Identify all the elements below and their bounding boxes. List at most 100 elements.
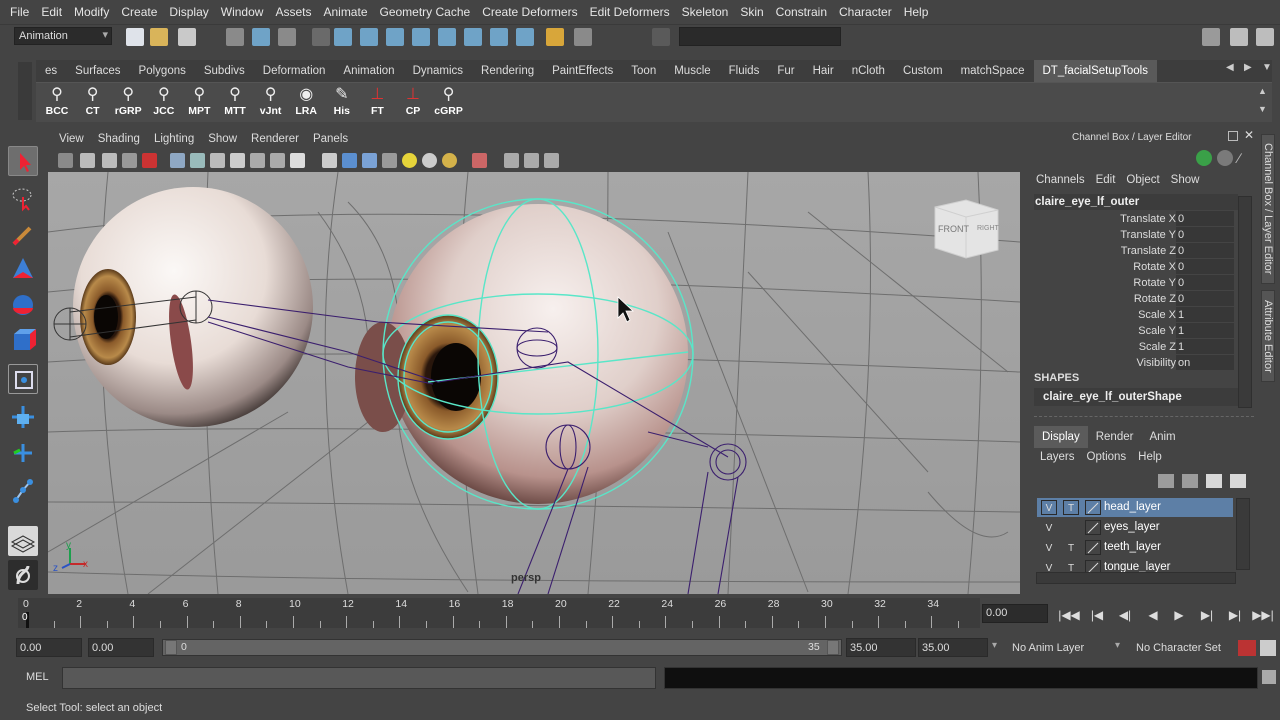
play-backwards-icon[interactable]: ◀	[1142, 605, 1164, 625]
menu-edit[interactable]: Edit	[35, 0, 68, 24]
range-slider[interactable]: 0 35	[162, 639, 842, 656]
step-forward-key-icon[interactable]: ▶|	[1224, 605, 1246, 625]
character-set-selector[interactable]: No Character Set	[1132, 638, 1236, 657]
shelf-button-ct[interactable]: ⚲ CT	[76, 85, 110, 121]
shelf-tab-dynamics[interactable]: Dynamics	[404, 60, 472, 82]
menu-set-dropdown[interactable]: Animation ▾	[14, 27, 112, 45]
layer-color-swatch[interactable]	[1085, 500, 1101, 515]
shape-node-name[interactable]: claire_eye_lf_outerShape	[1034, 388, 1238, 406]
xray-components-icon[interactable]	[544, 153, 559, 168]
layer-tab-render[interactable]: Render	[1088, 426, 1142, 448]
shelf-tab-surfaces[interactable]: Surfaces	[66, 60, 129, 82]
menu-modify[interactable]: Modify	[68, 0, 115, 24]
bookmark-icon[interactable]	[102, 153, 117, 168]
float-panel-icon[interactable]	[1228, 131, 1238, 141]
shelf-button-rgrp[interactable]: ⚲ rGRP	[111, 85, 145, 121]
layer-menu-help[interactable]: Help	[1132, 448, 1168, 466]
select-component-icon[interactable]	[278, 28, 296, 46]
shelf-tab-deformation[interactable]: Deformation	[254, 60, 335, 82]
select-lock-icon[interactable]	[574, 28, 592, 46]
layer-visibility-toggle[interactable]: V	[1041, 520, 1057, 535]
input-line-mode-icon[interactable]	[652, 28, 670, 46]
two-d-pan-zoom-icon[interactable]	[142, 153, 157, 168]
menu-skin[interactable]: Skin	[734, 0, 769, 24]
safe-title-icon[interactable]	[290, 153, 305, 168]
lock-icon[interactable]	[546, 28, 564, 46]
shelf-tab-animation[interactable]: Animation	[334, 60, 403, 82]
move-tool-icon[interactable]	[8, 254, 38, 284]
shelf-scroll-right-icon[interactable]: ▶	[1244, 62, 1256, 78]
menu-create-deformers[interactable]: Create Deformers	[476, 0, 583, 24]
layer-row-head-layer[interactable]: V Thead_layer	[1037, 498, 1233, 517]
universal-manipulator-icon[interactable]	[8, 364, 38, 394]
snap-plane-icon[interactable]	[412, 28, 430, 46]
channel-value-field[interactable]: 1	[1176, 307, 1234, 322]
scale-tool-icon[interactable]	[8, 326, 38, 356]
layer-editor-toggle-icon[interactable]	[1230, 28, 1248, 46]
channel-row-translate-y[interactable]: Translate Y0	[1034, 227, 1238, 243]
select-hierarchy-icon[interactable]	[226, 28, 244, 46]
go-to-end-icon[interactable]: ▶▶|	[1252, 605, 1274, 625]
shelf-tab-fur[interactable]: Fur	[768, 60, 803, 82]
shelf-up-icon[interactable]: ▲	[1258, 86, 1270, 98]
play-forwards-icon[interactable]: ▶	[1168, 605, 1190, 625]
time-slider[interactable]: 0 2 4 6 8 10 12 14 16 18 20 22 24 26 28 30 32 34	[18, 598, 980, 628]
soft-mod-tool-icon[interactable]	[8, 402, 38, 432]
panel-menu-panels[interactable]: Panels	[306, 133, 355, 145]
step-back-frame-icon[interactable]: ◀|	[1114, 605, 1136, 625]
quick-input-field[interactable]	[679, 27, 841, 46]
filter-icon[interactable]	[312, 28, 330, 46]
channel-menu-channels[interactable]: Channels	[1036, 174, 1092, 186]
shelf-down-icon[interactable]: ▼	[1258, 104, 1270, 116]
menu-constrain[interactable]: Constrain	[770, 0, 833, 24]
shelf-menu-icon[interactable]: ▼	[1262, 62, 1274, 78]
channel-box-pin-icon[interactable]	[1196, 150, 1212, 166]
snap-point-icon[interactable]	[386, 28, 404, 46]
use-all-lights-icon[interactable]	[402, 153, 417, 168]
shelf-button-bcc[interactable]: ⚲ BCC	[40, 85, 74, 121]
menu-assets[interactable]: Assets	[269, 0, 317, 24]
channel-value-field[interactable]: 0	[1176, 291, 1234, 306]
channel-row-rotate-y[interactable]: Rotate Y0	[1034, 275, 1238, 291]
shelf-button-his[interactable]: ✎ His	[325, 85, 359, 121]
script-editor-icon[interactable]	[1262, 670, 1276, 684]
layer-menu-layers[interactable]: Layers	[1034, 448, 1081, 466]
channel-value-field[interactable]: 0	[1176, 243, 1234, 258]
panel-menu-view[interactable]: View	[52, 133, 91, 145]
xray-joints-icon[interactable]	[524, 153, 539, 168]
panel-menu-show[interactable]: Show	[201, 133, 244, 145]
shelf-tab-painteffects[interactable]: PaintEffects	[543, 60, 622, 82]
ipr-render-icon[interactable]	[490, 28, 508, 46]
shelf-tab-toon[interactable]: Toon	[622, 60, 665, 82]
shelf-button-vjnt[interactable]: ⚲ vJnt	[254, 85, 288, 121]
channel-box-speed-icon[interactable]	[1217, 150, 1233, 166]
channel-value-field[interactable]: 0	[1176, 275, 1234, 290]
channel-value-field[interactable]: 0	[1176, 211, 1234, 226]
channel-value-field[interactable]: 0	[1176, 227, 1234, 242]
shelf-tab-dt-facialsetuptools[interactable]: DT_facialSetupTools	[1033, 60, 1157, 82]
go-to-start-icon[interactable]: |◀◀	[1058, 605, 1080, 625]
side-tab-attribute-editor[interactable]: Attribute Editor	[1261, 290, 1275, 382]
shelf-grip[interactable]	[18, 62, 32, 120]
shelf-button-mtt[interactable]: ⚲ MTT	[218, 85, 252, 121]
channel-menu-edit[interactable]: Edit	[1096, 174, 1123, 186]
menu-geometry-cache[interactable]: Geometry Cache	[374, 0, 477, 24]
layer-template-toggle[interactable]: T	[1063, 540, 1079, 555]
panel-menu-shading[interactable]: Shading	[91, 133, 147, 145]
channel-row-scale-x[interactable]: Scale X1	[1034, 307, 1238, 323]
layer-visibility-toggle[interactable]: V	[1041, 540, 1057, 555]
move-layer-up-icon[interactable]	[1158, 474, 1174, 488]
open-scene-icon[interactable]	[150, 28, 168, 46]
shelf-tab-muscle[interactable]: Muscle	[665, 60, 719, 82]
grid-icon[interactable]	[170, 153, 185, 168]
channel-row-translate-z[interactable]: Translate Z0	[1034, 243, 1238, 259]
menu-create[interactable]: Create	[115, 0, 163, 24]
select-tool-icon[interactable]	[8, 146, 38, 176]
panel-menu-lighting[interactable]: Lighting	[147, 133, 201, 145]
step-back-key-icon[interactable]: |◀	[1086, 605, 1108, 625]
menu-edit-deformers[interactable]: Edit Deformers	[584, 0, 676, 24]
show-manipulator-icon[interactable]	[8, 438, 38, 468]
close-icon[interactable]: ✕	[1244, 128, 1254, 142]
layer-list-hscrollbar[interactable]	[1036, 572, 1236, 584]
layer-tab-anim[interactable]: Anim	[1141, 426, 1183, 448]
